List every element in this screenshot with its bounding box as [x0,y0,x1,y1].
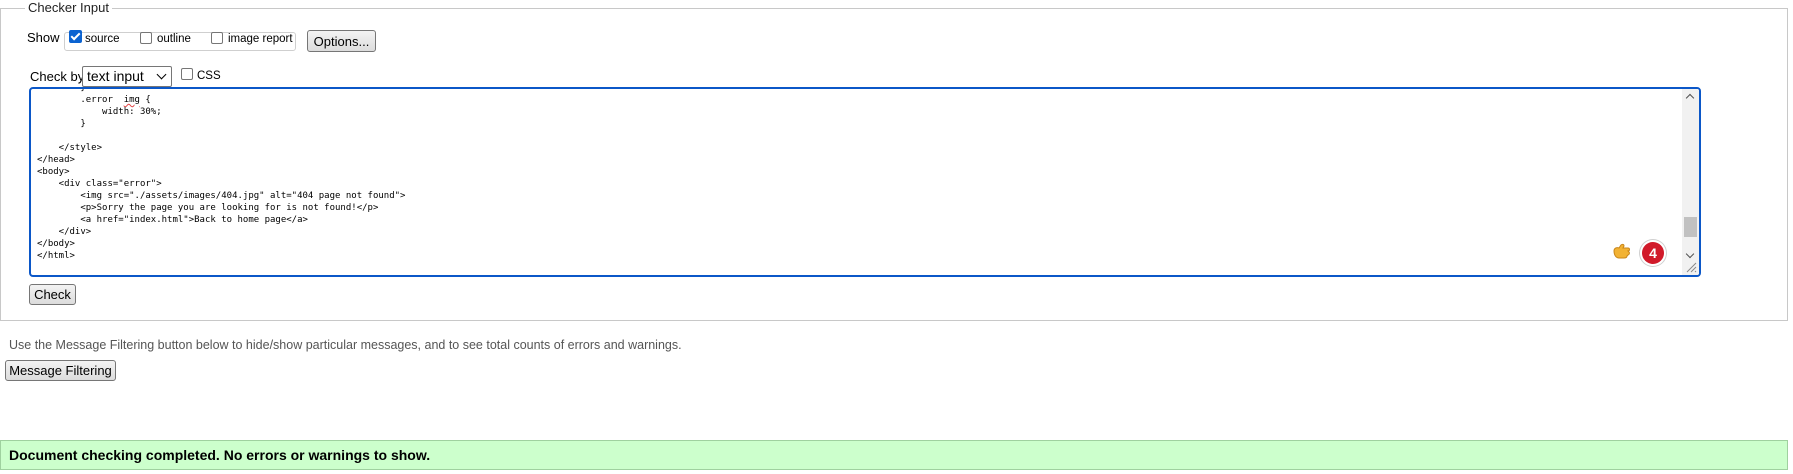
code-line: <body> [37,167,70,177]
code-line: </html> [37,251,75,261]
check-by-value: text input [87,68,144,84]
code-line: </head> [37,155,75,165]
hand-icon[interactable] [1612,242,1632,263]
check-button[interactable]: Check [29,284,76,305]
spellcheck-underlined-word: img [123,95,140,105]
code-line: } [37,87,86,93]
css-checkbox[interactable] [181,68,193,80]
source-textarea[interactable]: } .error img { width: 30%; } </style> </h… [29,87,1701,277]
status-message: Document checking completed. No errors o… [0,440,1788,470]
code-line: <a href="index.html">Back to home page</… [37,215,308,225]
check-by-select[interactable]: text input [82,66,172,87]
vertical-scrollbar[interactable] [1682,89,1699,275]
code-line-text: .error [37,95,124,105]
show-source-checkbox[interactable] [69,30,82,43]
css-label: CSS [197,70,221,82]
checker-input-legend: Checker Input [25,0,112,15]
scrollbar-thumb[interactable] [1684,217,1697,237]
code-line: .error img { [37,94,405,106]
show-image-report-label: image report [228,33,293,45]
source-code: } .error img { width: 30%; } </style> </h… [37,87,406,262]
code-line: width: 30%; [37,107,162,117]
code-line: <img src="./assets/images/404.jpg" alt="… [37,191,406,201]
show-outline-label: outline [157,33,191,45]
chevron-down-icon [156,69,167,80]
code-line: </style> [37,143,103,153]
code-line: <div class="error"> [37,179,162,189]
code-line: } [37,119,86,129]
error-count-badge[interactable]: 4 [1642,242,1664,264]
show-source-label: source [85,33,120,45]
scroll-down-arrow-icon[interactable] [1685,249,1695,259]
check-by-label: Check by [30,69,85,84]
scroll-up-arrow-icon[interactable] [1685,93,1695,103]
code-line: </div> [37,227,92,237]
show-label: Show [27,30,60,45]
message-filtering-button[interactable]: Message Filtering [5,360,116,381]
show-image-report-checkbox[interactable] [211,32,223,44]
resize-grip-icon[interactable] [1686,262,1697,273]
code-line: </body> [37,239,75,249]
options-button[interactable]: Options... [307,30,376,52]
code-line-text: { [139,95,151,105]
code-line: <p>Sorry the page you are looking for is… [37,203,379,213]
message-filtering-hint: Use the Message Filtering button below t… [9,338,682,352]
show-outline-checkbox[interactable] [140,32,152,44]
